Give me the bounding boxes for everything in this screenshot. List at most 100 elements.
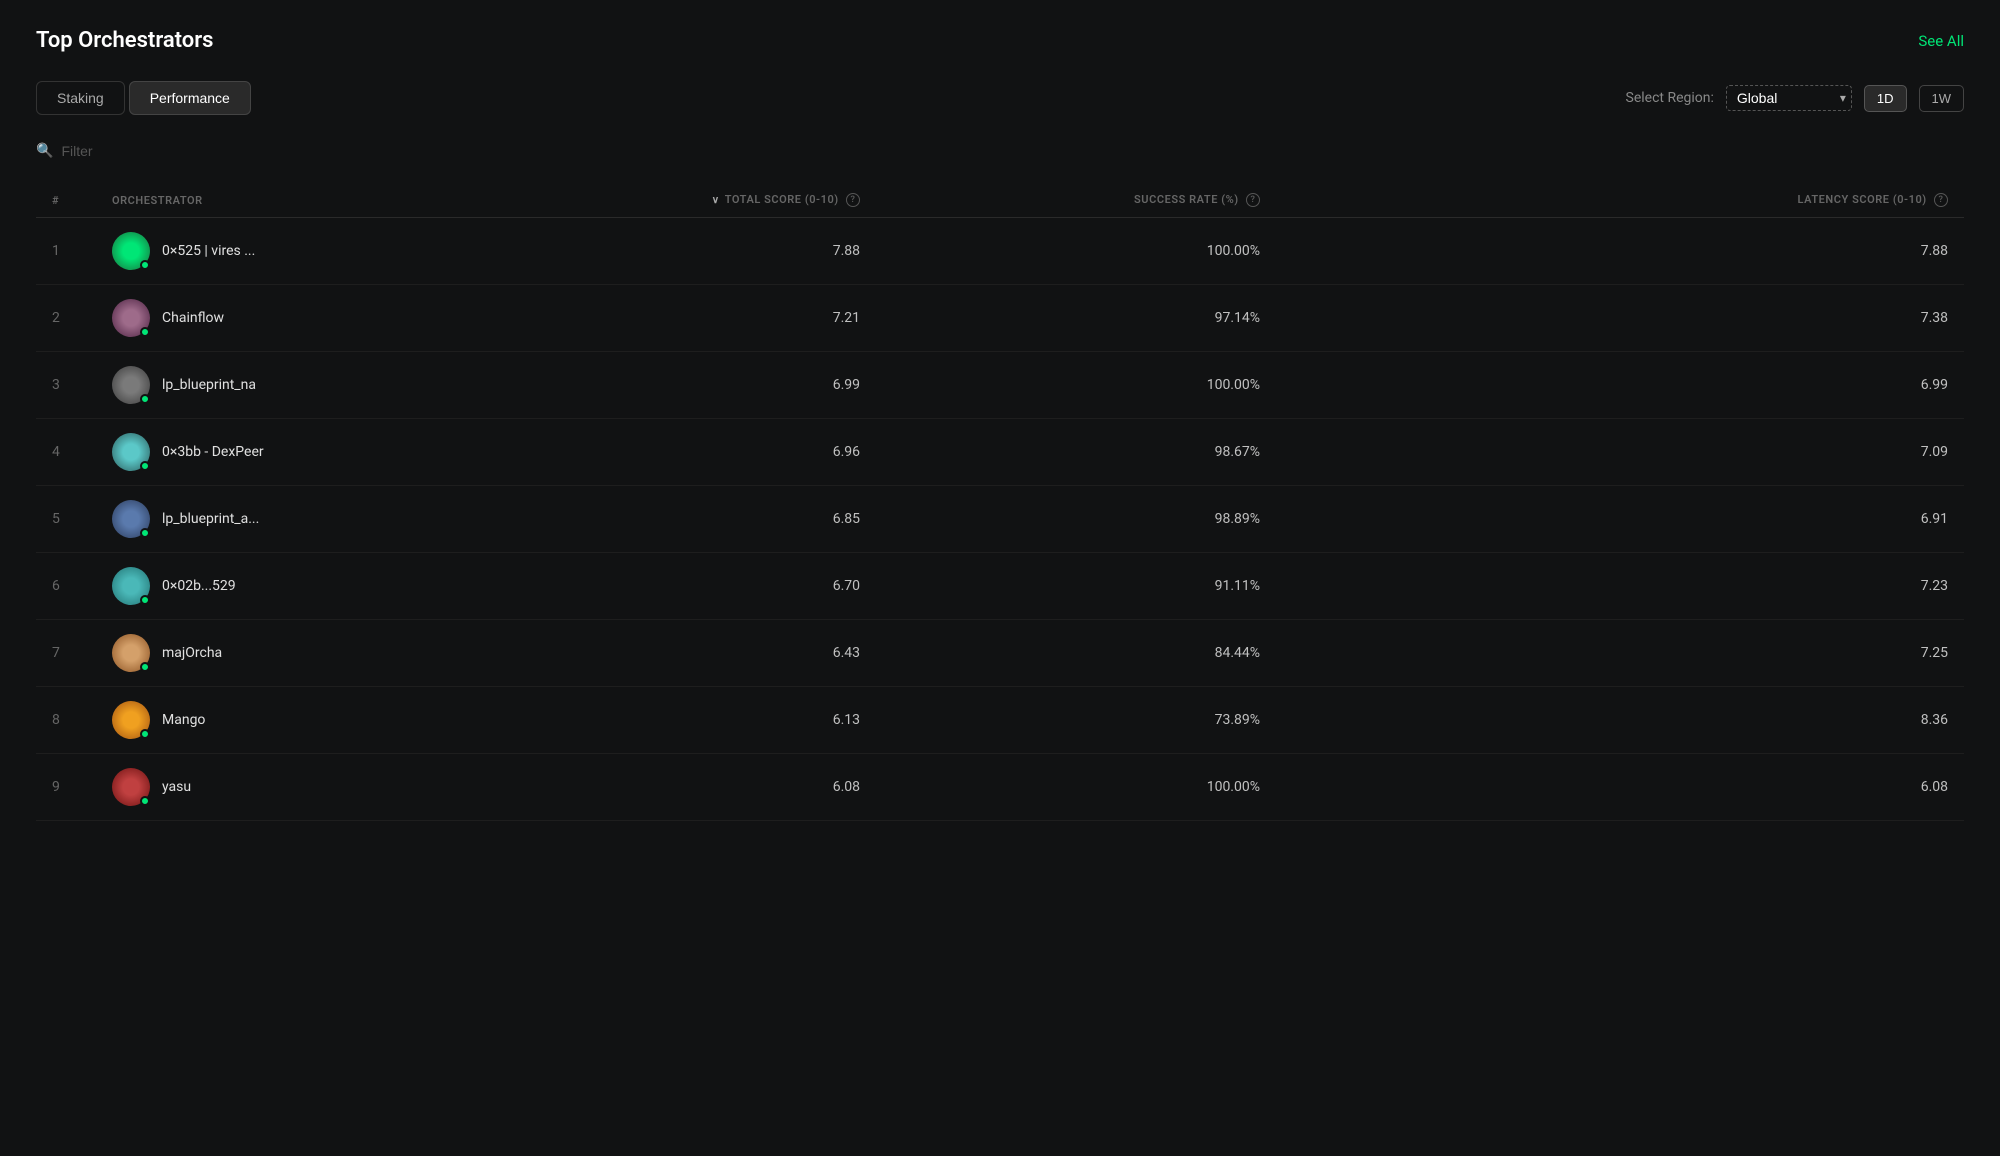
avatar [112,567,150,605]
table-row[interactable]: 5 lp_blueprint_a... 6.85 98.89% 6.91 [36,486,1964,553]
help-icon-success[interactable]: ? [1246,193,1260,207]
table-row[interactable]: 6 0×02b...529 6.70 91.11% 7.23 [36,553,1964,620]
rank-cell: 8 [36,687,96,754]
orchestrator-cell: majOrcha [96,620,576,687]
avatar-status-dot [140,662,150,672]
avatar-status-dot [140,729,150,739]
orchestrator-name: majOrcha [162,645,222,661]
table-row[interactable]: 4 0×3bb - DexPeer 6.96 98.67% 7.09 [36,419,1964,486]
table-row[interactable]: 9 yasu 6.08 100.00% 6.08 [36,754,1964,821]
avatar [112,299,150,337]
total-score-cell: 6.08 [576,754,876,821]
time-btn-1d[interactable]: 1D [1864,85,1907,112]
rank-cell: 6 [36,553,96,620]
orchestrators-table: # ORCHESTRATOR ∨ TOTAL SCORE (0-10) ? SU… [36,183,1964,821]
total-score-cell: 7.88 [576,218,876,285]
latency-score-cell: 8.36 [1276,687,1964,754]
avatar-status-dot [140,796,150,806]
total-score-cell: 6.85 [576,486,876,553]
see-all-link[interactable]: See All [1918,32,1964,50]
orchestrator-cell: 0×525 | vires ... [96,218,576,285]
success-rate-cell: 100.00% [876,352,1276,419]
success-rate-cell: 84.44% [876,620,1276,687]
orchestrator-cell: Chainflow [96,285,576,352]
latency-score-cell: 7.38 [1276,285,1964,352]
orchestrator-cell: 0×3bb - DexPeer [96,419,576,486]
orchestrator-cell: Mango [96,687,576,754]
latency-score-cell: 7.88 [1276,218,1964,285]
avatar [112,634,150,672]
orchestrator-name: Chainflow [162,310,224,326]
total-score-cell: 7.21 [576,285,876,352]
table-row[interactable]: 7 majOrcha 6.43 84.44% 7.25 [36,620,1964,687]
avatar-status-dot [140,394,150,404]
avatar [112,500,150,538]
tab-performance[interactable]: Performance [129,81,251,115]
orchestrator-name: Mango [162,712,205,728]
success-rate-cell: 97.14% [876,285,1276,352]
right-controls: Select Region: Global North America Euro… [1626,85,1965,112]
filter-input[interactable] [61,143,261,159]
col-header-success-rate: SUCCESS RATE (%) ? [876,183,1276,218]
table-body: 1 0×525 | vires ... 7.88 100.00% 7.88 2 [36,218,1964,821]
avatar [112,366,150,404]
orchestrator-name: lp_blueprint_a... [162,511,259,527]
orchestrator-name: lp_blueprint_na [162,377,256,393]
rank-cell: 9 [36,754,96,821]
table-row[interactable]: 8 Mango 6.13 73.89% 8.36 [36,687,1964,754]
search-icon: 🔍 [36,143,53,159]
latency-score-cell: 7.25 [1276,620,1964,687]
region-select[interactable]: Global North America Europe Asia [1726,85,1852,111]
header-row: Top Orchestrators See All [36,28,1964,53]
region-wrapper[interactable]: Global North America Europe Asia [1726,85,1852,111]
latency-score-cell: 6.08 [1276,754,1964,821]
col-header-latency-score: LATENCY SCORE (0-10) ? [1276,183,1964,218]
sort-arrow-icon: ∨ [712,195,720,206]
rank-cell: 7 [36,620,96,687]
orchestrator-name: 0×02b...529 [162,578,236,594]
total-score-cell: 6.99 [576,352,876,419]
total-score-cell: 6.13 [576,687,876,754]
table-row[interactable]: 2 Chainflow 7.21 97.14% 7.38 [36,285,1964,352]
total-score-cell: 6.43 [576,620,876,687]
success-rate-cell: 100.00% [876,218,1276,285]
avatar [112,701,150,739]
rank-cell: 3 [36,352,96,419]
rank-cell: 1 [36,218,96,285]
orchestrator-cell: 0×02b...529 [96,553,576,620]
table-row[interactable]: 1 0×525 | vires ... 7.88 100.00% 7.88 [36,218,1964,285]
total-score-cell: 6.70 [576,553,876,620]
filter-row: 🔍 [36,135,1964,167]
success-rate-cell: 100.00% [876,754,1276,821]
avatar-status-dot [140,461,150,471]
rank-cell: 4 [36,419,96,486]
avatar [112,768,150,806]
page-title: Top Orchestrators [36,28,213,53]
help-icon-latency[interactable]: ? [1934,193,1948,207]
col-header-rank: # [36,183,96,218]
orchestrator-name: 0×525 | vires ... [162,243,255,259]
col-header-orchestrator: ORCHESTRATOR [96,183,576,218]
avatar-status-dot [140,327,150,337]
success-rate-cell: 98.67% [876,419,1276,486]
success-rate-cell: 73.89% [876,687,1276,754]
col-header-total-score: ∨ TOTAL SCORE (0-10) ? [576,183,876,218]
avatar [112,433,150,471]
table-row[interactable]: 3 lp_blueprint_na 6.99 100.00% 6.99 [36,352,1964,419]
time-btn-1w[interactable]: 1W [1919,85,1965,112]
orchestrator-name: 0×3bb - DexPeer [162,444,264,460]
total-score-cell: 6.96 [576,419,876,486]
latency-score-cell: 6.99 [1276,352,1964,419]
orchestrator-cell: lp_blueprint_na [96,352,576,419]
region-label: Select Region: [1626,90,1714,106]
latency-score-cell: 7.23 [1276,553,1964,620]
table-header-row: # ORCHESTRATOR ∨ TOTAL SCORE (0-10) ? SU… [36,183,1964,218]
latency-score-cell: 7.09 [1276,419,1964,486]
tab-staking[interactable]: Staking [36,81,125,115]
rank-cell: 2 [36,285,96,352]
orchestrator-cell: yasu [96,754,576,821]
rank-cell: 5 [36,486,96,553]
avatar-status-dot [140,595,150,605]
help-icon-score[interactable]: ? [846,193,860,207]
avatar-status-dot [140,528,150,538]
